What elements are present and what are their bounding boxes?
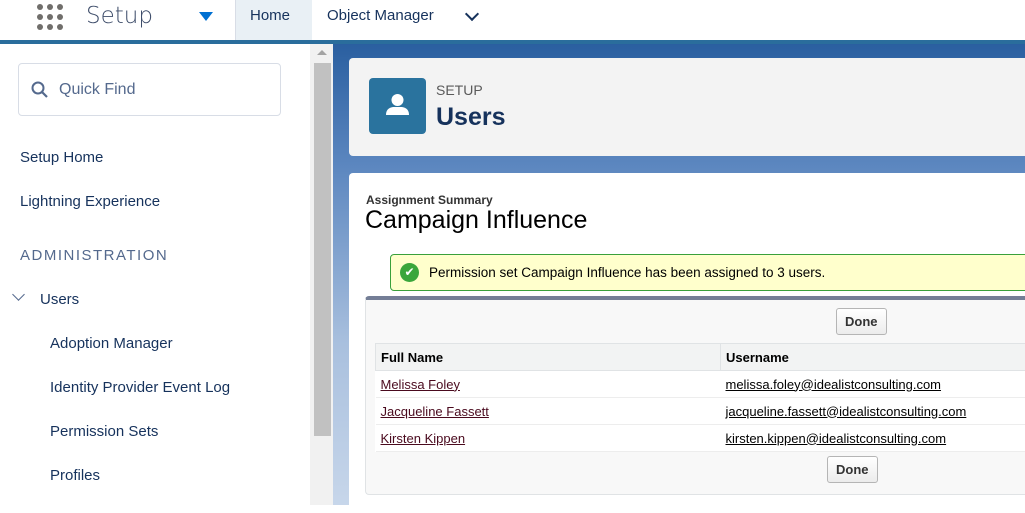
search-icon [31, 81, 49, 99]
user-name-link[interactable]: Kirsten Kippen [381, 431, 466, 446]
app-name: Setup [86, 3, 153, 29]
quick-find-placeholder: Quick Find [59, 81, 135, 99]
username-link[interactable]: jacqueline.fassett@idealistconsulting.co… [726, 404, 967, 419]
table-row: Kirsten Kippen kirsten.kippen@idealistcon… [376, 425, 1025, 452]
column-header-username: Username [721, 344, 1025, 371]
done-button-top[interactable]: Done [836, 308, 887, 335]
tab-home[interactable]: Home [235, 0, 312, 40]
user-icon [369, 78, 426, 134]
sidebar: Quick Find Setup Home Lightning Experien… [0, 44, 310, 505]
caret-down-icon[interactable] [199, 12, 213, 21]
done-button-bottom[interactable]: Done [827, 456, 878, 483]
scroll-up-icon[interactable] [317, 50, 327, 55]
user-name-link[interactable]: Melissa Foley [381, 377, 460, 392]
main-content: SETUP Users Assignment Summary Campaign … [333, 44, 1025, 505]
assigned-users-table: Full NameUsername Melissa Foley melissa.f… [375, 343, 1025, 452]
sidebar-item-identity-provider-event-log[interactable]: Identity Provider Event Log [50, 379, 230, 396]
content-card: Assignment Summary Campaign Influence ✔ … [349, 173, 1025, 513]
sidebar-section-administration: ADMINISTRATION [20, 247, 168, 264]
permission-set-title: Campaign Influence [365, 206, 587, 235]
quick-find-input[interactable]: Quick Find [18, 63, 281, 116]
table-row: Jacqueline Fassett jacqueline.fassett@ide… [376, 398, 1025, 425]
username-link[interactable]: melissa.foley@idealistconsulting.com [726, 377, 942, 392]
assignment-summary-label: Assignment Summary [366, 193, 493, 207]
sidebar-item-lightning-experience[interactable]: Lightning Experience [20, 193, 160, 210]
sidebar-scrollbar[interactable] [310, 44, 333, 505]
global-header: Setup Home Object Manager [0, 0, 1025, 40]
table-row: Melissa Foley melissa.foley@idealistconsu… [376, 371, 1025, 398]
chevron-down-icon[interactable] [12, 288, 25, 301]
sidebar-item-permission-sets[interactable]: Permission Sets [50, 423, 158, 440]
sidebar-item-setup-home[interactable]: Setup Home [20, 149, 103, 166]
assignment-table-block: Done Full NameUsername Melissa Foley meli… [365, 296, 1025, 495]
success-message: ✔ Permission set Campaign Influence has … [390, 254, 1025, 291]
sidebar-item-adoption-manager[interactable]: Adoption Manager [50, 335, 173, 352]
check-circle-icon: ✔ [400, 263, 419, 282]
page-header: SETUP Users [349, 58, 1025, 156]
page-title: Users [436, 103, 506, 132]
scrollbar-thumb[interactable] [314, 63, 331, 436]
sidebar-item-profiles[interactable]: Profiles [50, 467, 100, 484]
chevron-down-icon[interactable] [465, 7, 479, 21]
page-eyebrow: SETUP [436, 82, 483, 98]
column-header-full-name: Full Name [376, 344, 721, 371]
success-message-text: Permission set Campaign Influence has be… [429, 265, 825, 280]
username-link[interactable]: kirsten.kippen@idealistconsulting.com [726, 431, 947, 446]
user-name-link[interactable]: Jacqueline Fassett [381, 404, 489, 419]
tab-object-manager[interactable]: Object Manager [313, 0, 448, 40]
sidebar-item-users[interactable]: Users [40, 291, 79, 308]
app-launcher-icon[interactable] [37, 4, 63, 30]
